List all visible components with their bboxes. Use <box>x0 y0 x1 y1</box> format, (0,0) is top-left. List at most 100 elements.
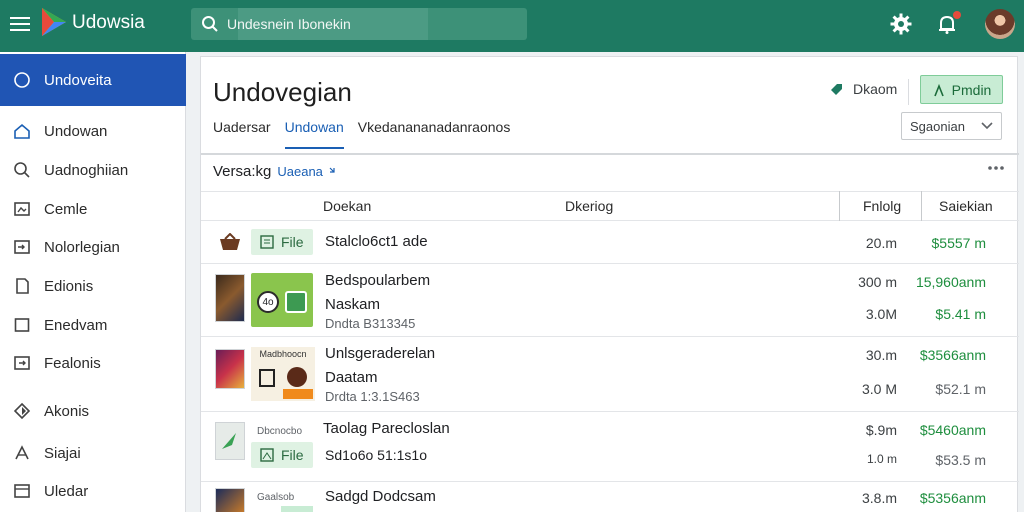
leaf-icon <box>222 433 236 449</box>
tile-label: Dbcnocbo <box>257 426 303 437</box>
circle-icon <box>12 70 32 90</box>
export-icon <box>12 353 32 373</box>
tab-1[interactable]: Undowan <box>284 119 344 149</box>
sidebar-item-label: Cemle <box>44 200 88 218</box>
row-thumbnail <box>215 274 245 322</box>
search-icon <box>202 16 218 32</box>
column-divider <box>921 191 922 221</box>
sidebar-item-9[interactable]: Uledar <box>0 473 186 509</box>
tile-icon <box>285 291 307 313</box>
row-price: $3566anm <box>919 347 986 363</box>
table-row[interactable]: Dbcnocbo File Taolag Parecloslan Sd1o6o … <box>201 412 1019 482</box>
file-chip[interactable]: File <box>251 229 313 255</box>
section-title: Versa:kg <box>213 163 272 180</box>
table-row[interactable]: Gaalsob Sadgd Dodcsam 3.8.m $5356anm <box>201 482 1019 512</box>
menu-icon[interactable] <box>10 13 30 31</box>
sidebar: Undoveita Undowan Uadnoghiian Cemle Nolo… <box>0 52 186 512</box>
sidebar-item-2[interactable]: Cemle <box>0 191 186 227</box>
sidebar-item-label: Uadnoghiian <box>44 161 129 179</box>
more-icon[interactable] <box>987 165 1005 171</box>
sort-select[interactable]: Sgaonian <box>901 112 1002 140</box>
table-row[interactable]: 4o Bedspoularbem Naskam Dndta B313345 30… <box>201 264 1019 337</box>
row-meta: Sd1o6o 51:1s1o <box>325 447 427 463</box>
doc-icon <box>12 276 32 296</box>
tab-2[interactable]: Vkedanananadanraonos <box>358 119 511 149</box>
divider <box>908 79 909 105</box>
page-title: Undovegian <box>213 77 352 107</box>
row-title: Sadgd Dodcsam <box>325 488 436 505</box>
sidebar-item-5[interactable]: Enedvam <box>0 307 186 343</box>
column-header-type[interactable]: Dkeriog <box>565 191 613 221</box>
row-size: $.9m <box>865 422 897 438</box>
sidebar-item-label: Fealonis <box>44 354 101 372</box>
app-tile[interactable]: 4o <box>251 273 313 327</box>
row-size: 300 m <box>858 274 897 290</box>
file-icon <box>260 448 274 462</box>
row-subtitle: Daatam <box>325 369 378 386</box>
section-header: Versa:kg Uaeana <box>213 163 337 180</box>
row-price: $5460anm <box>919 422 986 438</box>
row-price-secondary: $52.1 m <box>935 381 986 397</box>
sidebar-item-8[interactable]: Siajai <box>0 435 186 471</box>
sort-icon <box>329 167 335 173</box>
top-app-bar: Udowsia <box>0 0 1024 52</box>
row-price: $5557 m <box>931 235 986 251</box>
header-link[interactable]: Dkaom <box>829 81 897 97</box>
row-size: 20.m <box>865 235 897 251</box>
sidebar-item-label: Siajai <box>44 444 81 462</box>
tile-stripe <box>281 506 313 512</box>
sidebar-item-label: Uledar <box>44 482 89 500</box>
row-title: Taolag Parecloslan <box>323 420 450 437</box>
logo-icon <box>42 8 66 36</box>
card-icon <box>12 481 32 501</box>
app-tile[interactable]: Madbhoocn <box>251 347 315 401</box>
sidebar-item-0[interactable]: Undowan <box>0 113 186 149</box>
row-size-secondary: 1.0 m <box>866 452 897 466</box>
sidebar-item-label: Undowan <box>44 122 108 140</box>
sidebar-item-1[interactable]: Uadnoghiian <box>0 152 186 188</box>
home-icon <box>12 121 32 141</box>
sidebar-item-4[interactable]: Edionis <box>0 268 186 304</box>
file-chip-label: File <box>281 447 304 463</box>
row-price-secondary: $53.5 m <box>935 452 986 468</box>
column-header-price[interactable]: Saiekian <box>939 191 993 221</box>
sidebar-item-label: Nolorlegian <box>44 238 120 256</box>
gear-icon[interactable] <box>889 12 913 36</box>
primary-button[interactable]: Pmdin <box>920 75 1003 104</box>
search-input[interactable] <box>227 16 427 32</box>
table-row[interactable]: Madbhoocn Unlsgeraderelan Daatam Drdta 1… <box>201 337 1019 412</box>
row-title: Unlsgeraderelan <box>325 345 436 362</box>
square-icon <box>12 315 32 335</box>
sidebar-item-7[interactable]: Akonis <box>0 393 186 429</box>
main-panel: Undovegian Dkaom Pmdin Uadersar Undowan … <box>200 56 1019 512</box>
row-thumbnail <box>215 349 245 389</box>
import-icon <box>12 237 32 257</box>
avatar[interactable] <box>985 9 1015 39</box>
sidebar-item-active[interactable]: Undoveita <box>0 54 186 106</box>
sidebar-item-3[interactable]: Nolorlegian <box>0 229 186 265</box>
row-price-secondary: $5.41 m <box>935 306 986 322</box>
tab-bar: Uadersar Undowan Vkedanananadanraonos <box>213 119 524 149</box>
row-thumbnail <box>215 422 245 460</box>
image-icon <box>12 199 32 219</box>
notification-badge <box>953 11 961 19</box>
column-header-size[interactable]: Fnlolg <box>863 191 901 221</box>
section-subtitle-link[interactable]: Uaeana <box>277 164 323 179</box>
sidebar-item-6[interactable]: Fealonis <box>0 345 186 381</box>
bell-icon[interactable] <box>935 11 961 36</box>
file-chip-label: File <box>281 234 304 250</box>
table-row[interactable]: File Stalclo6ct1 ade 20.m $5557 m <box>201 221 1019 264</box>
tile-badge: 4o <box>257 291 279 313</box>
app-title: Udowsia <box>72 12 145 33</box>
sidebar-item-label: Akonis <box>44 402 90 420</box>
row-subtitle: Naskam <box>325 296 381 313</box>
row-title: Stalclo6ct1 ade <box>325 233 428 250</box>
row-title: Bedspoularbem <box>325 272 431 289</box>
column-header-name[interactable]: Doekan <box>323 191 371 221</box>
file-chip[interactable]: File <box>251 442 313 468</box>
row-size: 30.m <box>865 347 897 363</box>
tile-label: Madbhoocn <box>259 349 307 359</box>
row-price: 15,960anm <box>915 274 986 290</box>
tile-stripe <box>283 389 313 399</box>
tab-0[interactable]: Uadersar <box>213 119 271 149</box>
